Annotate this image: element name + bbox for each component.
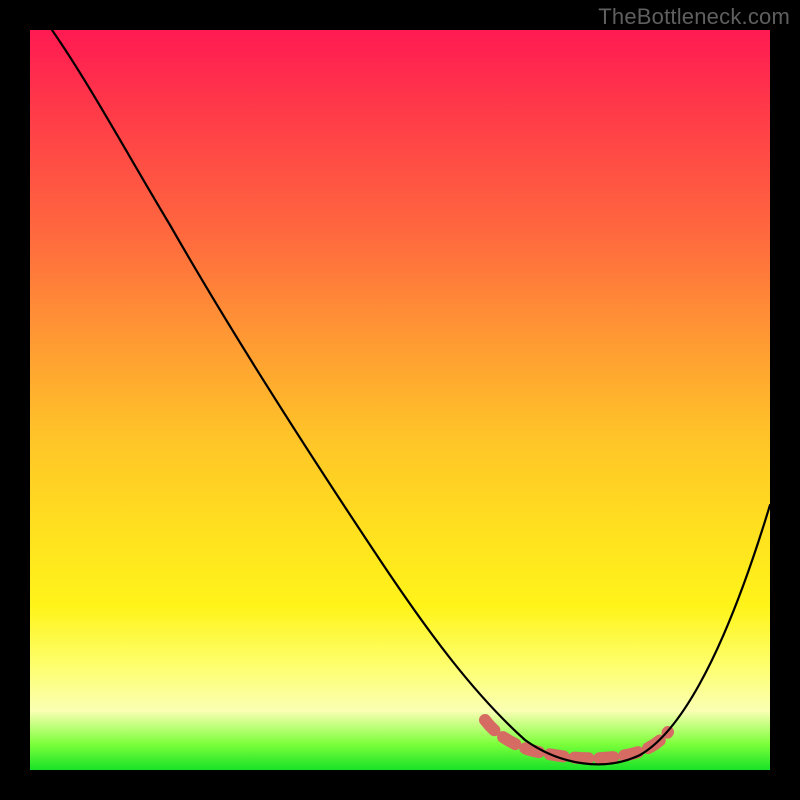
plot-area	[30, 30, 770, 770]
watermark-text: TheBottleneck.com	[598, 4, 790, 30]
chart-frame: TheBottleneck.com	[0, 0, 800, 800]
bottleneck-curve	[52, 30, 770, 764]
curve-layer	[30, 30, 770, 770]
optimal-range-highlight	[485, 720, 668, 758]
